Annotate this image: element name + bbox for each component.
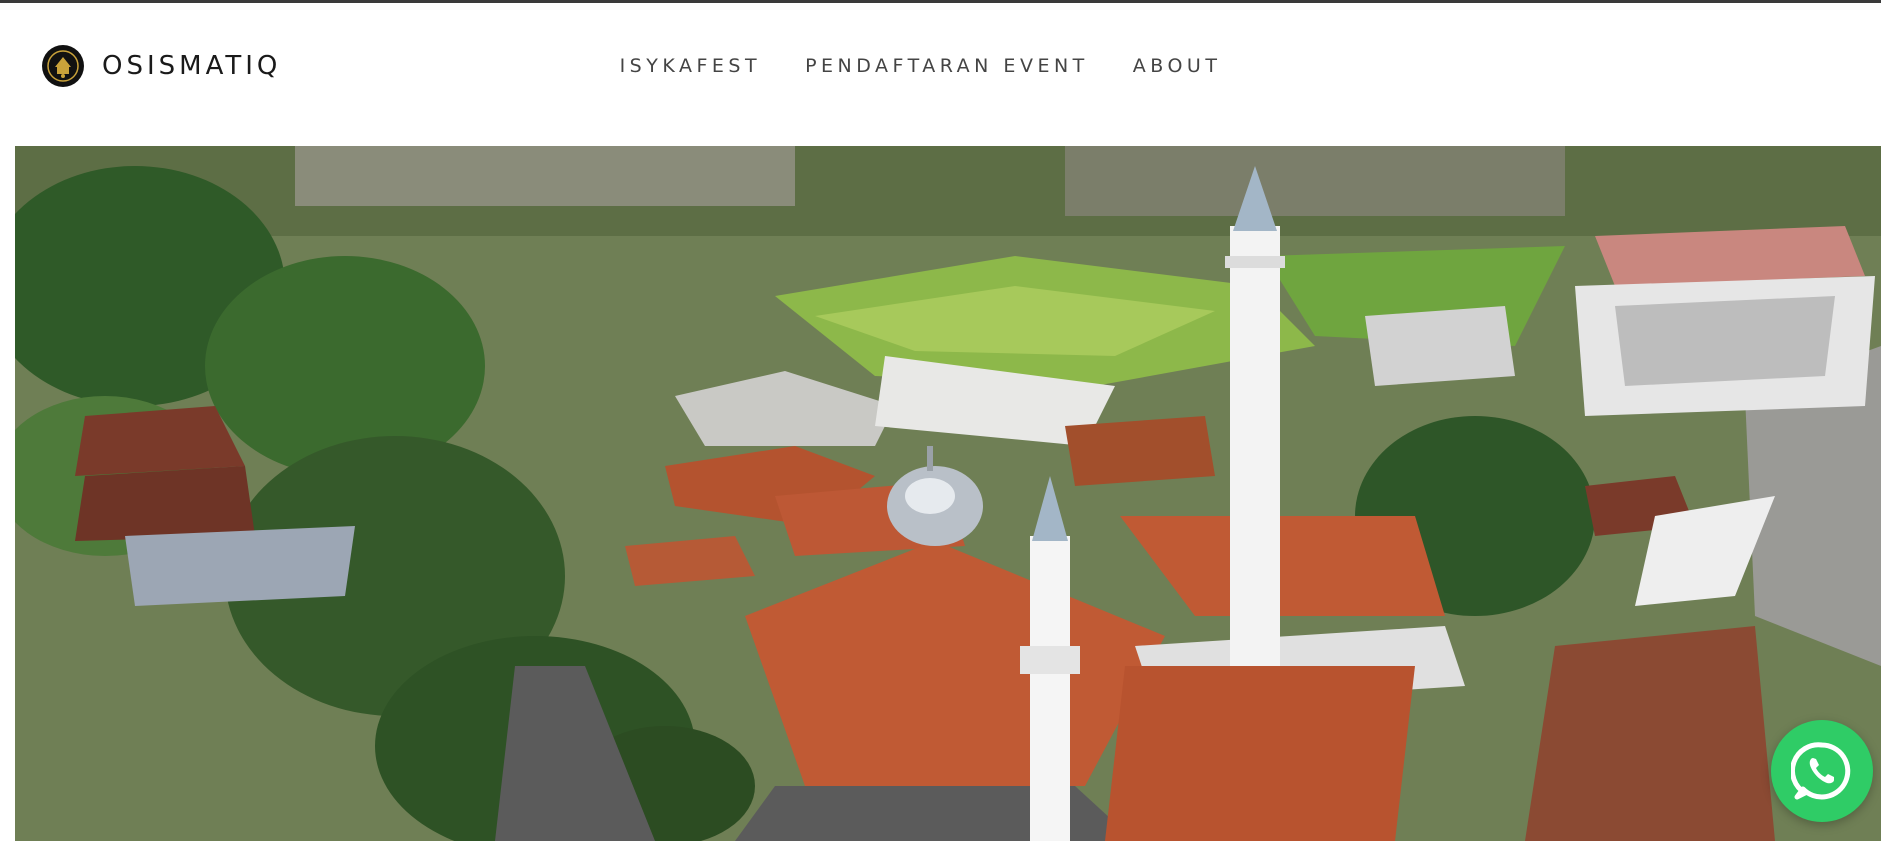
whatsapp-icon: [1791, 742, 1851, 800]
nav-item-about[interactable]: ABOUT: [1133, 55, 1222, 77]
whatsapp-button[interactable]: [1771, 720, 1873, 822]
nav-item-isykafest[interactable]: ISYKAFEST: [620, 55, 762, 77]
hero-image: [15, 146, 1881, 841]
nav-item-pendaftaran-event[interactable]: PENDAFTARAN EVENT: [805, 55, 1089, 77]
main-nav: ISYKAFEST PENDAFTARAN EVENT ABOUT: [0, 55, 1881, 77]
site-header: OSISMATIQ ISYKAFEST PENDAFTARAN EVENT AB…: [0, 3, 1881, 143]
